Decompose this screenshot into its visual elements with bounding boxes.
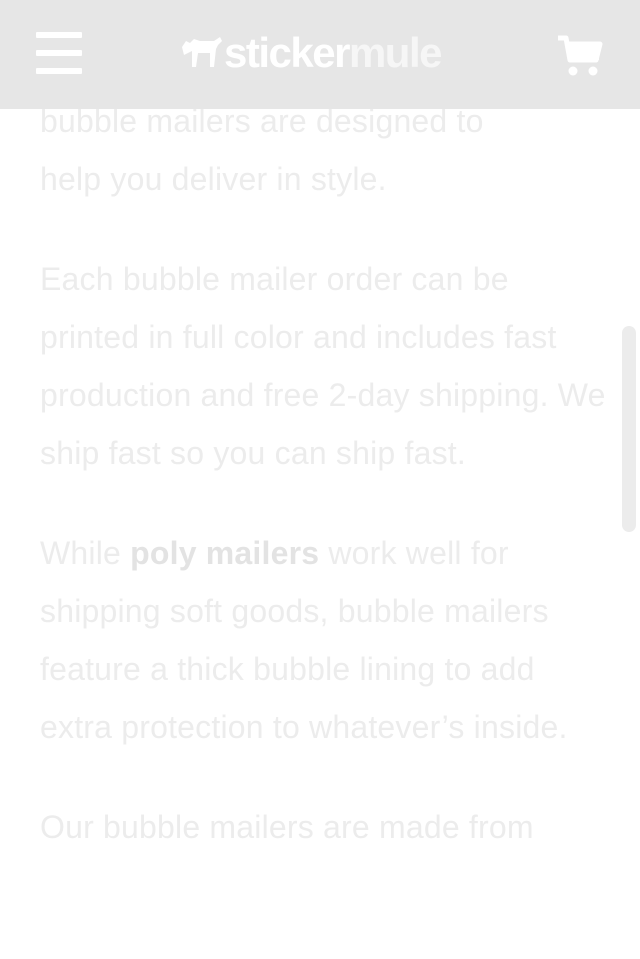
paragraph-comparison-start: While: [40, 535, 131, 571]
site-logo[interactable]: stickermule: [180, 28, 443, 78]
top-header-bar: stickermule: [0, 0, 640, 109]
logo-text-mule: mule: [348, 29, 443, 76]
page-scrollbar[interactable]: [622, 326, 636, 532]
logo-wordmark: stickermule: [224, 28, 443, 78]
shopping-cart-icon[interactable]: [556, 34, 604, 78]
article-content: bubble mailers are designed to help you …: [40, 92, 610, 898]
paragraph-materials: Our bubble mailers are made from: [40, 809, 534, 845]
hamburger-menu-icon[interactable]: [36, 32, 82, 74]
paragraph-intro-line-2: help you deliver in style.: [40, 161, 387, 197]
mule-icon: [182, 37, 222, 67]
page: bubble mailers are designed to help you …: [0, 0, 640, 959]
paragraph-intro: bubble mailers are designed to help you …: [40, 92, 610, 208]
logo-text-sticker: sticker: [224, 29, 350, 76]
paragraph-order-details: Each bubble mailer order can be printed …: [40, 261, 606, 471]
paragraph-comparison: While poly mailers work well for shippin…: [40, 524, 610, 756]
poly-mailers-link[interactable]: poly mailers: [130, 535, 319, 571]
